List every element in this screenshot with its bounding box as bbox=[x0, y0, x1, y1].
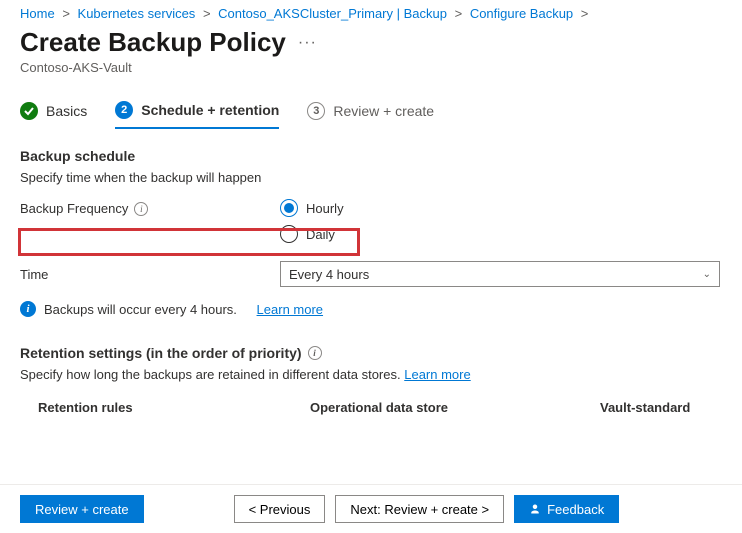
info-icon[interactable]: i bbox=[308, 346, 322, 360]
radio-icon bbox=[280, 199, 298, 217]
step-schedule-retention[interactable]: 2 Schedule + retention bbox=[115, 101, 279, 129]
time-select[interactable]: Every 4 hours ⌄ bbox=[280, 261, 720, 287]
feedback-label: Feedback bbox=[547, 502, 604, 517]
page-subtitle: Contoso-AKS-Vault bbox=[0, 58, 742, 75]
learn-more-link[interactable]: Learn more bbox=[257, 302, 323, 317]
radio-label: Hourly bbox=[306, 201, 344, 216]
step-label: Review + create bbox=[333, 103, 434, 119]
check-icon bbox=[20, 102, 38, 120]
col-retention-rules: Retention rules bbox=[20, 400, 310, 415]
step-number-icon: 2 bbox=[115, 101, 133, 119]
schedule-title: Backup schedule bbox=[20, 148, 722, 164]
step-review-create[interactable]: 3 Review + create bbox=[307, 102, 434, 128]
feedback-button[interactable]: Feedback bbox=[514, 495, 619, 523]
info-icon[interactable]: i bbox=[134, 202, 148, 216]
chevron-right-icon: > bbox=[62, 6, 70, 21]
step-basics[interactable]: Basics bbox=[20, 102, 87, 128]
col-operational-store: Operational data store bbox=[310, 400, 600, 415]
retention-title: Retention settings (in the order of prio… bbox=[20, 345, 302, 361]
radio-daily[interactable]: Daily bbox=[280, 225, 344, 243]
radio-icon bbox=[280, 225, 298, 243]
crumb-k8s-services[interactable]: Kubernetes services bbox=[78, 6, 196, 21]
time-value: Every 4 hours bbox=[289, 267, 369, 282]
step-label: Schedule + retention bbox=[141, 102, 279, 118]
radio-hourly[interactable]: Hourly bbox=[280, 199, 344, 217]
step-number-icon: 3 bbox=[307, 102, 325, 120]
schedule-banner-text: Backups will occur every 4 hours. bbox=[44, 302, 237, 317]
chevron-right-icon: > bbox=[203, 6, 211, 21]
learn-more-link[interactable]: Learn more bbox=[404, 367, 470, 382]
more-actions-icon[interactable]: ··· bbox=[298, 34, 317, 52]
retention-columns: Retention rules Operational data store V… bbox=[20, 400, 722, 415]
next-button[interactable]: Next: Review + create > bbox=[335, 495, 504, 523]
time-label: Time bbox=[20, 267, 280, 282]
crumb-cluster-backup[interactable]: Contoso_AKSCluster_Primary | Backup bbox=[218, 6, 447, 21]
previous-button[interactable]: < Previous bbox=[234, 495, 326, 523]
col-vault-standard: Vault-standard bbox=[600, 400, 722, 415]
chevron-right-icon: > bbox=[455, 6, 463, 21]
chevron-down-icon: ⌄ bbox=[703, 269, 711, 280]
breadcrumb: Home > Kubernetes services > Contoso_AKS… bbox=[0, 0, 742, 21]
radio-label: Daily bbox=[306, 227, 335, 242]
stepper: Basics 2 Schedule + retention 3 Review +… bbox=[0, 75, 742, 130]
retention-desc: Specify how long the backups are retaine… bbox=[20, 367, 401, 382]
crumb-home[interactable]: Home bbox=[20, 6, 55, 21]
backup-frequency-label: Backup Frequency bbox=[20, 201, 128, 216]
crumb-configure-backup[interactable]: Configure Backup bbox=[470, 6, 573, 21]
chevron-right-icon: > bbox=[581, 6, 589, 21]
footer-bar: Review + create < Previous Next: Review … bbox=[0, 484, 742, 533]
step-label: Basics bbox=[46, 103, 87, 119]
review-create-button[interactable]: Review + create bbox=[20, 495, 144, 523]
page-title: Create Backup Policy bbox=[20, 27, 286, 58]
schedule-desc: Specify time when the backup will happen bbox=[20, 170, 722, 185]
feedback-icon bbox=[529, 503, 541, 515]
info-icon: i bbox=[20, 301, 36, 317]
